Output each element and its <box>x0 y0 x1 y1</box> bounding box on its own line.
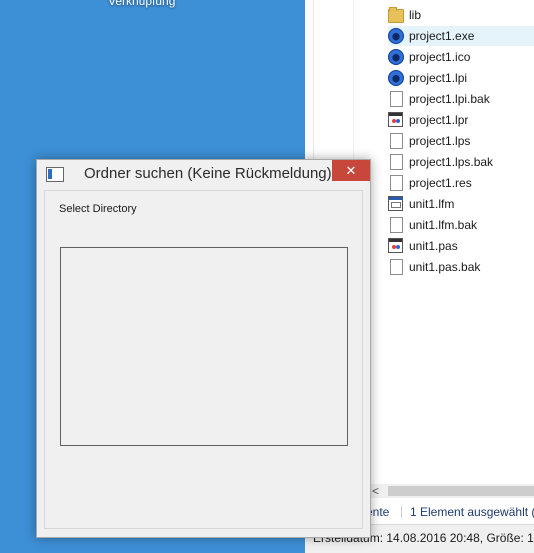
file-list-item[interactable]: project1.lpi.bak <box>388 89 534 109</box>
file-name: lib <box>409 8 422 22</box>
file-list-item[interactable]: unit1.lfm.bak <box>388 215 534 235</box>
pascal-source-icon <box>388 112 403 127</box>
file-list-item[interactable]: project1.lps <box>388 131 534 151</box>
lazarus-paw-icon <box>388 70 404 86</box>
folder-tree[interactable] <box>60 247 348 446</box>
file-name: project1.lpr <box>409 113 469 127</box>
file-list-item[interactable]: project1.lps.bak <box>388 152 534 172</box>
file-name: project1.lpi <box>409 71 468 85</box>
file-list-item[interactable]: project1.lpi <box>388 68 534 88</box>
file-list-item[interactable]: project1.exe <box>388 26 534 46</box>
document-icon <box>390 154 403 170</box>
status-selection: 1 Element ausgewählt ( <box>410 505 534 519</box>
file-name: project1.ico <box>409 50 471 64</box>
document-icon <box>390 91 403 107</box>
file-name: unit1.pas.bak <box>409 260 481 274</box>
status-divider <box>401 506 402 518</box>
file-list-item[interactable]: unit1.lfm <box>388 194 534 214</box>
document-icon <box>390 217 403 233</box>
desktop-shortcut-label[interactable]: Verknüpfung <box>108 0 175 8</box>
file-list-item[interactable]: project1.res <box>388 173 534 193</box>
file-list-item[interactable]: unit1.pas.bak <box>388 257 534 277</box>
document-icon <box>390 133 403 149</box>
file-name: project1.lps.bak <box>409 155 494 169</box>
file-list-item[interactable]: project1.lpr <box>388 110 534 130</box>
folder-icon <box>388 7 404 23</box>
file-list-item[interactable]: project1.ico <box>388 47 534 67</box>
file-name: unit1.lfm.bak <box>409 218 478 232</box>
form-file-icon <box>388 196 403 211</box>
file-name: unit1.pas <box>409 239 458 253</box>
file-list-item[interactable]: lib <box>388 5 534 25</box>
document-icon <box>390 259 403 275</box>
close-button[interactable]: ✕ <box>332 160 370 181</box>
file-list-item[interactable]: unit1.pas <box>388 236 534 256</box>
file-name: project1.exe <box>409 29 475 43</box>
file-list: lib project1.exe project1.ico project1.lpi p… <box>353 0 534 484</box>
scroll-left-arrow[interactable]: < <box>372 484 379 498</box>
lazarus-paw-icon <box>388 28 404 44</box>
browse-folder-dialog: Ordner suchen (Keine Rückmeldung) ✕ Sele… <box>36 159 371 538</box>
dialog-titlebar[interactable]: Ordner suchen (Keine Rückmeldung) ✕ <box>37 160 370 188</box>
file-name: project1.lpi.bak <box>409 92 490 106</box>
pascal-source-icon <box>388 238 403 253</box>
dialog-client-area: Select Directory <box>44 190 363 529</box>
file-name: unit1.lfm <box>409 197 455 211</box>
lazarus-paw-icon <box>388 49 404 65</box>
document-icon <box>390 175 403 191</box>
file-name: project1.lps <box>409 134 471 148</box>
select-directory-label: Select Directory <box>59 203 137 215</box>
window-app-icon[interactable] <box>46 167 64 182</box>
horizontal-scrollbar[interactable]: < <box>370 484 534 498</box>
scroll-thumb[interactable] <box>388 486 534 496</box>
dialog-title: Ordner suchen (Keine Rückmeldung) <box>84 165 332 182</box>
file-name: project1.res <box>409 176 472 190</box>
